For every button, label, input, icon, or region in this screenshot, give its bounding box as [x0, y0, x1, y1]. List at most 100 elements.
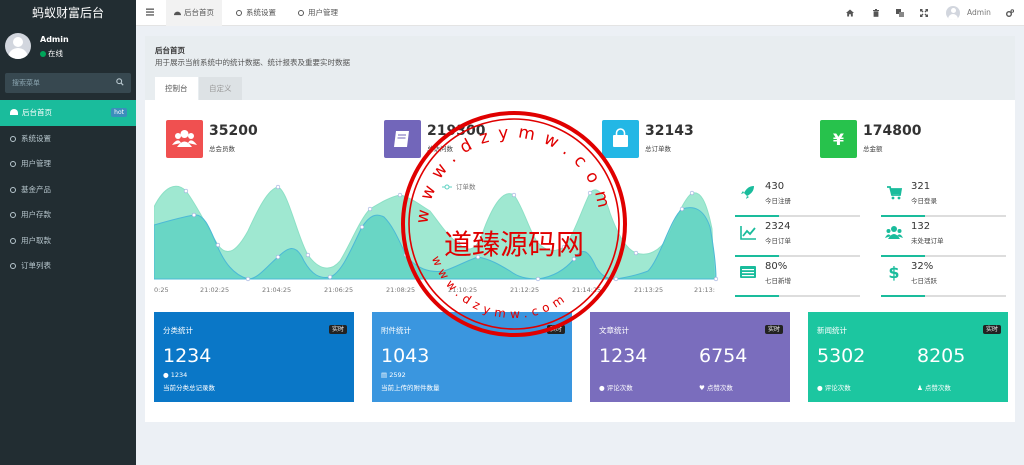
- mini-stat-label: 未处理订单: [911, 237, 944, 245]
- card-value-comments: 1234: [599, 345, 648, 367]
- sidebar: 蚂蚁财富后台 Admin 在线 后台首页 hot 系统设置 用户管理 基金产品 用…: [0, 0, 136, 465]
- top-avatar[interactable]: [946, 6, 960, 20]
- page-subtitle: 用于展示当前系统中的统计数据、统计报表及重要实时数据: [155, 58, 350, 67]
- sidebar-item-settings[interactable]: 系统设置: [0, 126, 136, 152]
- realtime-badge: 实时: [764, 325, 783, 334]
- circle-icon: [236, 10, 242, 16]
- tab-settings[interactable]: 系统设置: [228, 0, 284, 26]
- sidebar-item-deposits[interactable]: 用户存款: [0, 202, 136, 228]
- card-label: 评论次数: [606, 384, 633, 392]
- card-news-stats: 新闻统计 实时 5302 8205 ● 评论次数 ♟ 点赞次数: [808, 312, 1008, 402]
- menu-search-input[interactable]: [5, 73, 105, 93]
- sidebar-item-label: 用户管理: [21, 159, 51, 168]
- mini-stat-login: 321 今日登录: [881, 177, 1006, 217]
- card-value-comments: 5302: [817, 345, 866, 367]
- status-dot-icon: [40, 51, 46, 57]
- card-value: 1043: [381, 345, 430, 367]
- user-status: 在线: [40, 48, 63, 59]
- circle-icon: [10, 135, 16, 142]
- tab-users[interactable]: 用户管理: [290, 0, 346, 26]
- page-title: 后台首页: [155, 46, 185, 55]
- sidebar-item-users[interactable]: 用户管理: [0, 151, 136, 177]
- mini-stat-orders: 2324 今日订单: [735, 217, 860, 257]
- panel-header: 后台首页 用于展示当前系统中的统计数据、统计报表及重要实时数据 控制台 自定义: [145, 36, 1015, 100]
- sidebar-item-label: 订单列表: [21, 261, 51, 270]
- mini-stat-label: 今日订单: [765, 237, 791, 245]
- home-icon[interactable]: [846, 9, 854, 17]
- tab-label: 用户管理: [308, 8, 338, 17]
- stat-orders: 32143 总订单数: [602, 120, 802, 158]
- stat-amount: ¥ 174800 总金额: [820, 120, 1010, 158]
- mini-stat-label: 七日活跃: [911, 277, 937, 285]
- yen-icon: ¥: [820, 120, 857, 158]
- x-tick: 21:06:25: [324, 286, 353, 294]
- circle-icon: [10, 263, 16, 269]
- menu-toggle-icon[interactable]: [146, 8, 154, 16]
- chart-line-icon: [740, 226, 756, 240]
- comment-icon: ●: [163, 371, 171, 379]
- x-tick: 21:13:25: [634, 286, 663, 294]
- top-bar: 后台首页 系统设置 用户管理 Admin: [136, 0, 1024, 26]
- sidebar-item-label: 后台首页: [22, 108, 52, 117]
- stat-label: 总会员数: [209, 145, 235, 153]
- sidebar-item-dashboard[interactable]: 后台首页 hot: [0, 100, 136, 126]
- mini-stat-value: 32%: [911, 261, 934, 272]
- brand-title[interactable]: 蚂蚁财富后台: [0, 0, 136, 26]
- user-status-label: 在线: [48, 49, 63, 58]
- card-label-likes: ♥ 点赞次数: [699, 382, 733, 392]
- sidebar-item-funds[interactable]: 基金产品: [0, 177, 136, 203]
- mini-stat-value: 321: [911, 181, 931, 192]
- avatar: [5, 33, 31, 59]
- dashboard-icon: [174, 11, 181, 16]
- realtime-badge: 实时: [982, 325, 1001, 334]
- mini-stat-value: 430: [765, 181, 785, 192]
- fullscreen-icon[interactable]: [920, 9, 928, 17]
- settings-icon[interactable]: [1006, 9, 1014, 17]
- card-label-comments: ● 评论次数: [599, 382, 633, 392]
- card-label: 点赞次数: [706, 384, 733, 392]
- cart-icon: [887, 186, 903, 200]
- watermark-stamp: www.dzymw.com 道臻源码网 www.dzymw.com: [401, 111, 627, 337]
- top-user-name[interactable]: Admin: [967, 0, 991, 26]
- tab-custom[interactable]: 自定义: [199, 77, 242, 100]
- translate-icon[interactable]: [896, 9, 904, 17]
- mini-stat-value: 80%: [765, 261, 788, 272]
- mini-stat-value: 2324: [765, 221, 791, 232]
- svg-text:www.dzymw.com: www.dzymw.com: [429, 254, 571, 322]
- sidebar-item-withdrawals[interactable]: 用户取款: [0, 228, 136, 254]
- tab-console[interactable]: 控制台: [155, 77, 198, 100]
- sidebar-item-orders[interactable]: 订单列表: [0, 253, 136, 279]
- mini-stat-label: 今日注册: [765, 197, 791, 205]
- dollar-icon: $: [888, 263, 899, 281]
- stat-value: 174800: [863, 123, 922, 139]
- list-icon: [740, 266, 756, 278]
- sidebar-menu: 后台首页 hot 系统设置 用户管理 基金产品 用户存款 用户取款 订单列表: [0, 100, 136, 279]
- mini-stat-value: 132: [911, 221, 931, 232]
- circle-icon: [298, 10, 304, 16]
- realtime-badge: 实时: [328, 325, 347, 334]
- x-tick: 21:04:25: [262, 286, 291, 294]
- tab-dashboard[interactable]: 后台首页: [166, 0, 222, 26]
- mini-stat-active: $ 32% 七日活跃: [881, 257, 1006, 297]
- card-value-likes: 6754: [699, 345, 748, 367]
- mini-underline: [881, 295, 925, 297]
- tab-label: 系统设置: [246, 8, 276, 17]
- card-label-likes: ♟ 点赞次数: [917, 382, 951, 392]
- card-value: 1234: [163, 345, 212, 367]
- mini-stat-new: 80% 七日新增: [735, 257, 860, 297]
- search-icon[interactable]: [116, 78, 124, 86]
- card-sub-value: 2592: [389, 371, 406, 379]
- comment-icon: ●: [599, 384, 607, 392]
- watermark-text: 道臻源码网: [444, 228, 584, 261]
- card-title: 新闻统计: [817, 326, 847, 335]
- card-label: 评论次数: [824, 384, 851, 392]
- x-tick: 0:25: [154, 286, 169, 294]
- mini-stat-label: 今日登录: [911, 197, 937, 205]
- circle-icon: [10, 161, 16, 167]
- sidebar-item-label: 用户取款: [21, 235, 51, 245]
- svg-text:$: $: [888, 263, 899, 281]
- card-title: 分类统计: [163, 326, 193, 335]
- stat-label: 总订单数: [645, 145, 671, 153]
- circle-icon: [10, 237, 16, 244]
- trash-icon[interactable]: [872, 9, 880, 17]
